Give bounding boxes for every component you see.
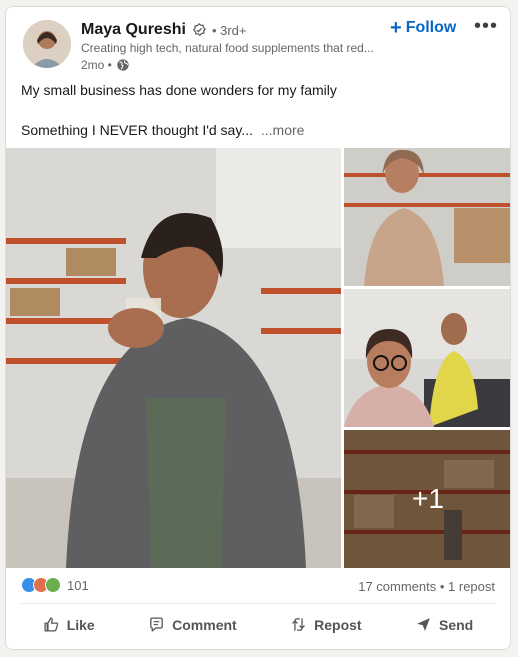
woman-packing-photo: [344, 148, 510, 286]
post-text-line2-body: Something I NEVER thought I'd say...: [21, 122, 253, 138]
reaction-count: 101: [67, 577, 89, 593]
connection-degree: • 3rd+: [211, 22, 247, 38]
more-options-icon[interactable]: •••: [474, 15, 498, 38]
more-images-overlay[interactable]: +1: [344, 430, 510, 568]
verified-icon: [192, 23, 206, 37]
avatar-image: [23, 20, 71, 68]
warehouse-photo: [6, 148, 341, 568]
more-images-count: +1: [412, 483, 444, 514]
send-button[interactable]: Send: [405, 612, 483, 637]
post-image-thumb-2[interactable]: [344, 289, 510, 427]
follow-label: Follow: [405, 19, 457, 36]
post-image-thumb-3[interactable]: +1: [344, 430, 510, 568]
repost-icon: [292, 618, 305, 631]
avatar[interactable]: [23, 20, 71, 68]
comment-icon: [150, 617, 163, 632]
send-label: Send: [439, 616, 474, 633]
globe-icon: [117, 59, 129, 71]
celebrate-reaction-icon: [45, 577, 61, 593]
plus-icon: +: [390, 17, 402, 39]
post-card: Maya Qureshi • 3rd+ Creating high tech, …: [5, 6, 511, 650]
like-label: Like: [66, 616, 95, 633]
comment-label: Comment: [172, 616, 237, 633]
team-selfie-photo: [344, 289, 510, 427]
post-image-main[interactable]: [6, 148, 341, 568]
follow-button[interactable]: + Follow: [390, 18, 456, 38]
send-icon: [417, 618, 430, 631]
reaction-icons: [21, 577, 61, 593]
comment-button[interactable]: Comment: [138, 612, 247, 637]
author-name-row: Maya Qureshi • 3rd+: [81, 21, 246, 39]
post-text-line1: My small business has done wonders for m…: [21, 82, 337, 98]
like-icon: [44, 617, 58, 632]
repost-button[interactable]: Repost: [280, 612, 371, 637]
author-headline: Creating high tech, natural food supplem…: [81, 41, 374, 55]
post-text-line2: Something I NEVER thought I'd say... ...…: [21, 122, 304, 138]
post-image-thumb-1[interactable]: [344, 148, 510, 286]
author-name[interactable]: Maya Qureshi: [81, 21, 186, 39]
divider: [21, 603, 495, 604]
repost-label: Repost: [314, 616, 362, 633]
post-meta: 2mo •: [81, 58, 130, 72]
comments-repost-count[interactable]: 17 comments • 1 repost: [358, 579, 495, 594]
reactions-summary[interactable]: 101: [21, 577, 89, 593]
post-time: 2mo •: [81, 58, 112, 72]
like-button[interactable]: Like: [33, 612, 105, 637]
action-bar: Like Comment Repost Send: [6, 612, 510, 637]
see-more-link[interactable]: ...more: [261, 122, 305, 138]
